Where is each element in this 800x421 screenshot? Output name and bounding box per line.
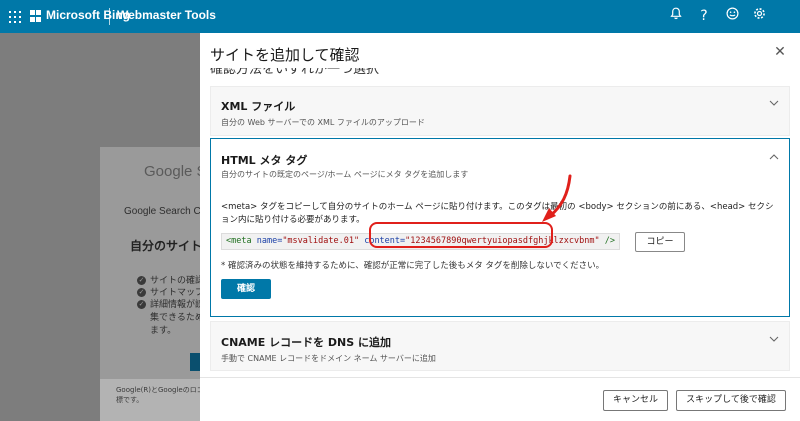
check-circle-icon: ✓ xyxy=(137,288,146,297)
cancel-button[interactable]: キャンセル xyxy=(603,390,668,411)
section-description: 自分のサイトの既定のページ/ホーム ページにメタ タグを追加します xyxy=(221,170,469,179)
gear-icon[interactable] xyxy=(750,7,768,25)
section-title: CNAME レコードを DNS に追加 xyxy=(221,336,391,349)
panel-title: サイトを追加して確認 xyxy=(210,46,360,64)
bg-footer-text: Google(R)とGoogleのロゴ 標です。 xyxy=(116,386,204,404)
bell-icon[interactable] xyxy=(667,7,685,25)
section-description: 手動で CNAME レコードをドメイン ネーム サーバーに追加 xyxy=(221,354,436,363)
section-title: HTML メタ タグ xyxy=(221,154,308,167)
meta-note: * 確認済みの状態を維持するために、確認が正常に完了した後もメタ タグを削除しな… xyxy=(221,261,605,271)
smiley-icon[interactable] xyxy=(723,7,741,25)
chevron-down-icon[interactable] xyxy=(769,98,779,108)
check-circle-icon: ✓ xyxy=(137,276,146,285)
section-cname-dns[interactable]: CNAME レコードを DNS に追加 手動で CNAME レコードをドメイン … xyxy=(210,321,790,371)
section-xml-file[interactable]: XML ファイル 自分の Web サーバーでの XML ファイルのアップロード xyxy=(210,86,790,136)
gsc-label: Google Search Co xyxy=(124,206,207,217)
copy-button[interactable]: コピー xyxy=(635,231,685,252)
verify-button[interactable]: 確認 xyxy=(221,279,271,299)
help-icon[interactable]: ? xyxy=(695,7,713,25)
content-value-highlight xyxy=(369,222,553,248)
product-name[interactable]: Webmaster Tools xyxy=(117,8,216,22)
microsoft-logo-icon xyxy=(30,10,42,22)
brand-divider xyxy=(109,8,110,25)
google-logo: Google S xyxy=(144,163,207,180)
skip-verify-later-button[interactable]: スキップして後で確認 xyxy=(676,390,786,411)
waffle-icon[interactable] xyxy=(9,11,21,23)
close-icon[interactable]: ✕ xyxy=(773,45,787,59)
section-description: 自分の Web サーバーでの XML ファイルのアップロード xyxy=(221,118,425,127)
bg-list-item: ✓ 詳細情報が読 xyxy=(137,300,205,310)
chevron-up-icon[interactable] xyxy=(769,152,779,162)
bg-list-item-cont: 集できるため xyxy=(150,313,204,323)
panel-footer: キャンセル スキップして後で確認 xyxy=(200,377,800,421)
check-circle-icon: ✓ xyxy=(137,300,146,309)
section-title: XML ファイル xyxy=(221,100,296,113)
red-arrow-icon xyxy=(542,174,572,222)
chevron-down-icon[interactable] xyxy=(769,334,779,344)
bg-list-item-cont: ます。 xyxy=(150,326,177,336)
top-bar: Microsoft Bing Webmaster Tools ? xyxy=(0,0,800,33)
